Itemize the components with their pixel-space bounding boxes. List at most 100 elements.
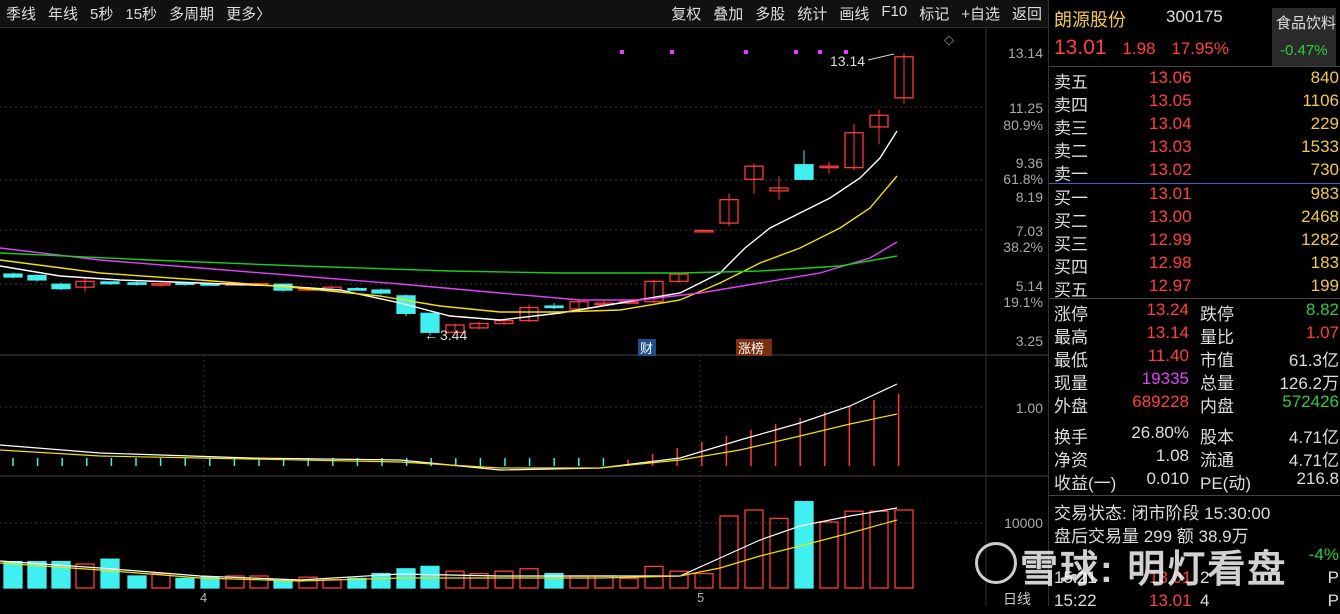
candlestick-series <box>3 53 914 336</box>
finance-tag[interactable]: 财 <box>640 341 653 356</box>
f10-button[interactable]: F10 <box>875 3 913 24</box>
volume-bar <box>494 570 514 589</box>
stock-name: 朗源股份 <box>1054 10 1126 30</box>
stat-row: 净资 1.08 流通 4.71亿 <box>1049 446 1340 470</box>
back-button[interactable]: 返回 <box>1006 3 1048 24</box>
tick-time: 15:22 <box>1054 591 1097 610</box>
stat-value: 61.3亿 <box>1288 351 1339 370</box>
ask-label: 卖四 <box>1054 96 1088 115</box>
volume-bar <box>100 558 120 589</box>
kline-chart[interactable]: ◇ 13.14 11.25 9.36 8.19 7.03 5.14 3.25 8… <box>0 28 1048 606</box>
volume-bar <box>175 577 195 589</box>
stat-label: 市值 <box>1200 351 1234 370</box>
period-label[interactable]: 日线 <box>1003 591 1031 606</box>
stat-label: 跌停 <box>1200 305 1234 324</box>
bid-price: 13.00 <box>1149 207 1192 226</box>
stat-label: 收益(一) <box>1054 474 1117 493</box>
stat-label: 外盘 <box>1054 397 1088 416</box>
bid-label: 买四 <box>1054 258 1088 277</box>
bid-price: 12.97 <box>1149 276 1192 295</box>
bid-volume: 183 <box>1310 253 1339 272</box>
ask-price: 13.06 <box>1149 68 1192 87</box>
add-watchlist-button[interactable]: +自选 <box>955 3 1006 24</box>
axis-pct-38.2: 38.2% <box>1003 239 1043 255</box>
gainers-tag[interactable]: 涨榜 <box>738 341 764 356</box>
volume-bar <box>3 560 23 589</box>
statistics-button[interactable]: 统计 <box>791 3 833 24</box>
tab-multi-period[interactable]: 多周期 <box>163 3 220 24</box>
volume-bar <box>619 577 639 589</box>
volume-bar <box>420 565 440 589</box>
stat-value: 0.010 <box>1146 469 1189 488</box>
bid-label: 买二 <box>1054 212 1088 231</box>
axis-pct-19.1: 19.1% <box>1003 294 1043 310</box>
ask-row: 卖四 13.05 1106 <box>1049 91 1340 115</box>
diamond-icon[interactable]: ◇ <box>944 32 954 47</box>
candle-body <box>3 273 23 278</box>
tick-side: P <box>1327 568 1339 587</box>
bid-row: 买一 13.01 983 <box>1049 184 1340 208</box>
tab-quarterly[interactable]: 季线 <box>0 3 42 24</box>
price-line: 13.01 1.98 17.95% <box>1054 36 1239 60</box>
ask-volume: 840 <box>1310 68 1339 87</box>
stat-row: 涨停 13.24 跌停 8.82 <box>1049 300 1340 324</box>
sector-box[interactable]: 食品饮料 -0.47% <box>1272 8 1336 66</box>
mark-button[interactable]: 标记 <box>913 3 955 24</box>
stat-value: 13.24 <box>1146 300 1189 319</box>
stat-label: 内盘 <box>1200 397 1234 416</box>
axis-tick-3.25: 3.25 <box>1016 333 1043 349</box>
tab-more[interactable]: 更多〉 <box>220 3 277 24</box>
x-label-may: 5 <box>697 590 704 605</box>
stat-value: 4.71亿 <box>1288 451 1339 470</box>
x-label-apr: 4 <box>200 590 207 605</box>
ask-price: 13.03 <box>1149 137 1192 156</box>
bid-price: 13.01 <box>1149 184 1192 203</box>
tab-15s[interactable]: 15秒 <box>119 3 163 24</box>
ask-label: 卖二 <box>1054 142 1088 161</box>
axis-tick-5.14: 5.14 <box>1016 278 1043 294</box>
ask-volume: 1106 <box>1302 91 1339 110</box>
ask-row: 卖一 13.02 730 <box>1049 160 1340 184</box>
tick-row: 15:22 13.01 4 P <box>1049 591 1340 614</box>
price-change: 1.98 <box>1122 39 1156 58</box>
stat-label: 总量 <box>1200 374 1234 393</box>
price-axis: 13.14 11.25 9.36 8.19 7.03 5.14 3.25 80.… <box>1003 45 1043 531</box>
stat-value: 13.14 <box>1146 323 1189 342</box>
stat-value: 1.07 <box>1305 323 1339 342</box>
stat-row: 收益(一) 0.010 PE(动) 216.8 <box>1049 469 1340 493</box>
volume-bar <box>694 572 714 589</box>
multi-stock-button[interactable]: 多股 <box>749 3 791 24</box>
bid-volume: 983 <box>1310 184 1339 203</box>
volume-bar <box>894 509 914 589</box>
stat-value: 572426 <box>1282 392 1339 411</box>
overlay-button[interactable]: 叠加 <box>707 3 749 24</box>
tick-side: P <box>1327 591 1339 610</box>
low-arrow-icon: ← <box>424 327 438 343</box>
stat-label: 量比 <box>1200 328 1234 347</box>
stat-label: 净资 <box>1054 451 1088 470</box>
watermark: 雪球: 明灯看盘 <box>1020 549 1288 591</box>
candle-body <box>127 282 147 285</box>
stat-row: 外盘 689228 内盘 572426 <box>1049 392 1340 416</box>
tab-yearly[interactable]: 年线 <box>42 3 84 24</box>
draw-line-button[interactable]: 画线 <box>833 3 875 24</box>
ask-price: 13.02 <box>1149 160 1192 179</box>
stat-label: 换手 <box>1054 428 1088 447</box>
tick-price: 13.01 <box>1149 591 1192 610</box>
sector-change: -0.47% <box>1280 42 1328 59</box>
period-tabs: 季线 年线 5秒 15秒 多周期 更多〉 <box>0 3 277 24</box>
bid-row: 买五 12.97 199 <box>1049 276 1340 300</box>
bid-row: 买四 12.98 183 <box>1049 253 1340 277</box>
chart-toolbar: 季线 年线 5秒 15秒 多周期 更多〉 复权 叠加 多股 统计 画线 F10 … <box>0 0 1048 28</box>
ma10-line <box>0 175 898 313</box>
stat-label: 股本 <box>1200 428 1234 447</box>
moving-average-lines <box>0 130 898 321</box>
stat-label: 涨停 <box>1054 305 1088 324</box>
volume-bar <box>719 515 739 589</box>
stat-row: 最低 11.40 市值 61.3亿 <box>1049 346 1340 370</box>
tab-5s[interactable]: 5秒 <box>84 3 119 24</box>
candle-body <box>347 287 367 291</box>
stat-label: 最低 <box>1054 351 1088 370</box>
stat-value: 689228 <box>1132 392 1189 411</box>
adjust-button[interactable]: 复权 <box>665 3 707 24</box>
